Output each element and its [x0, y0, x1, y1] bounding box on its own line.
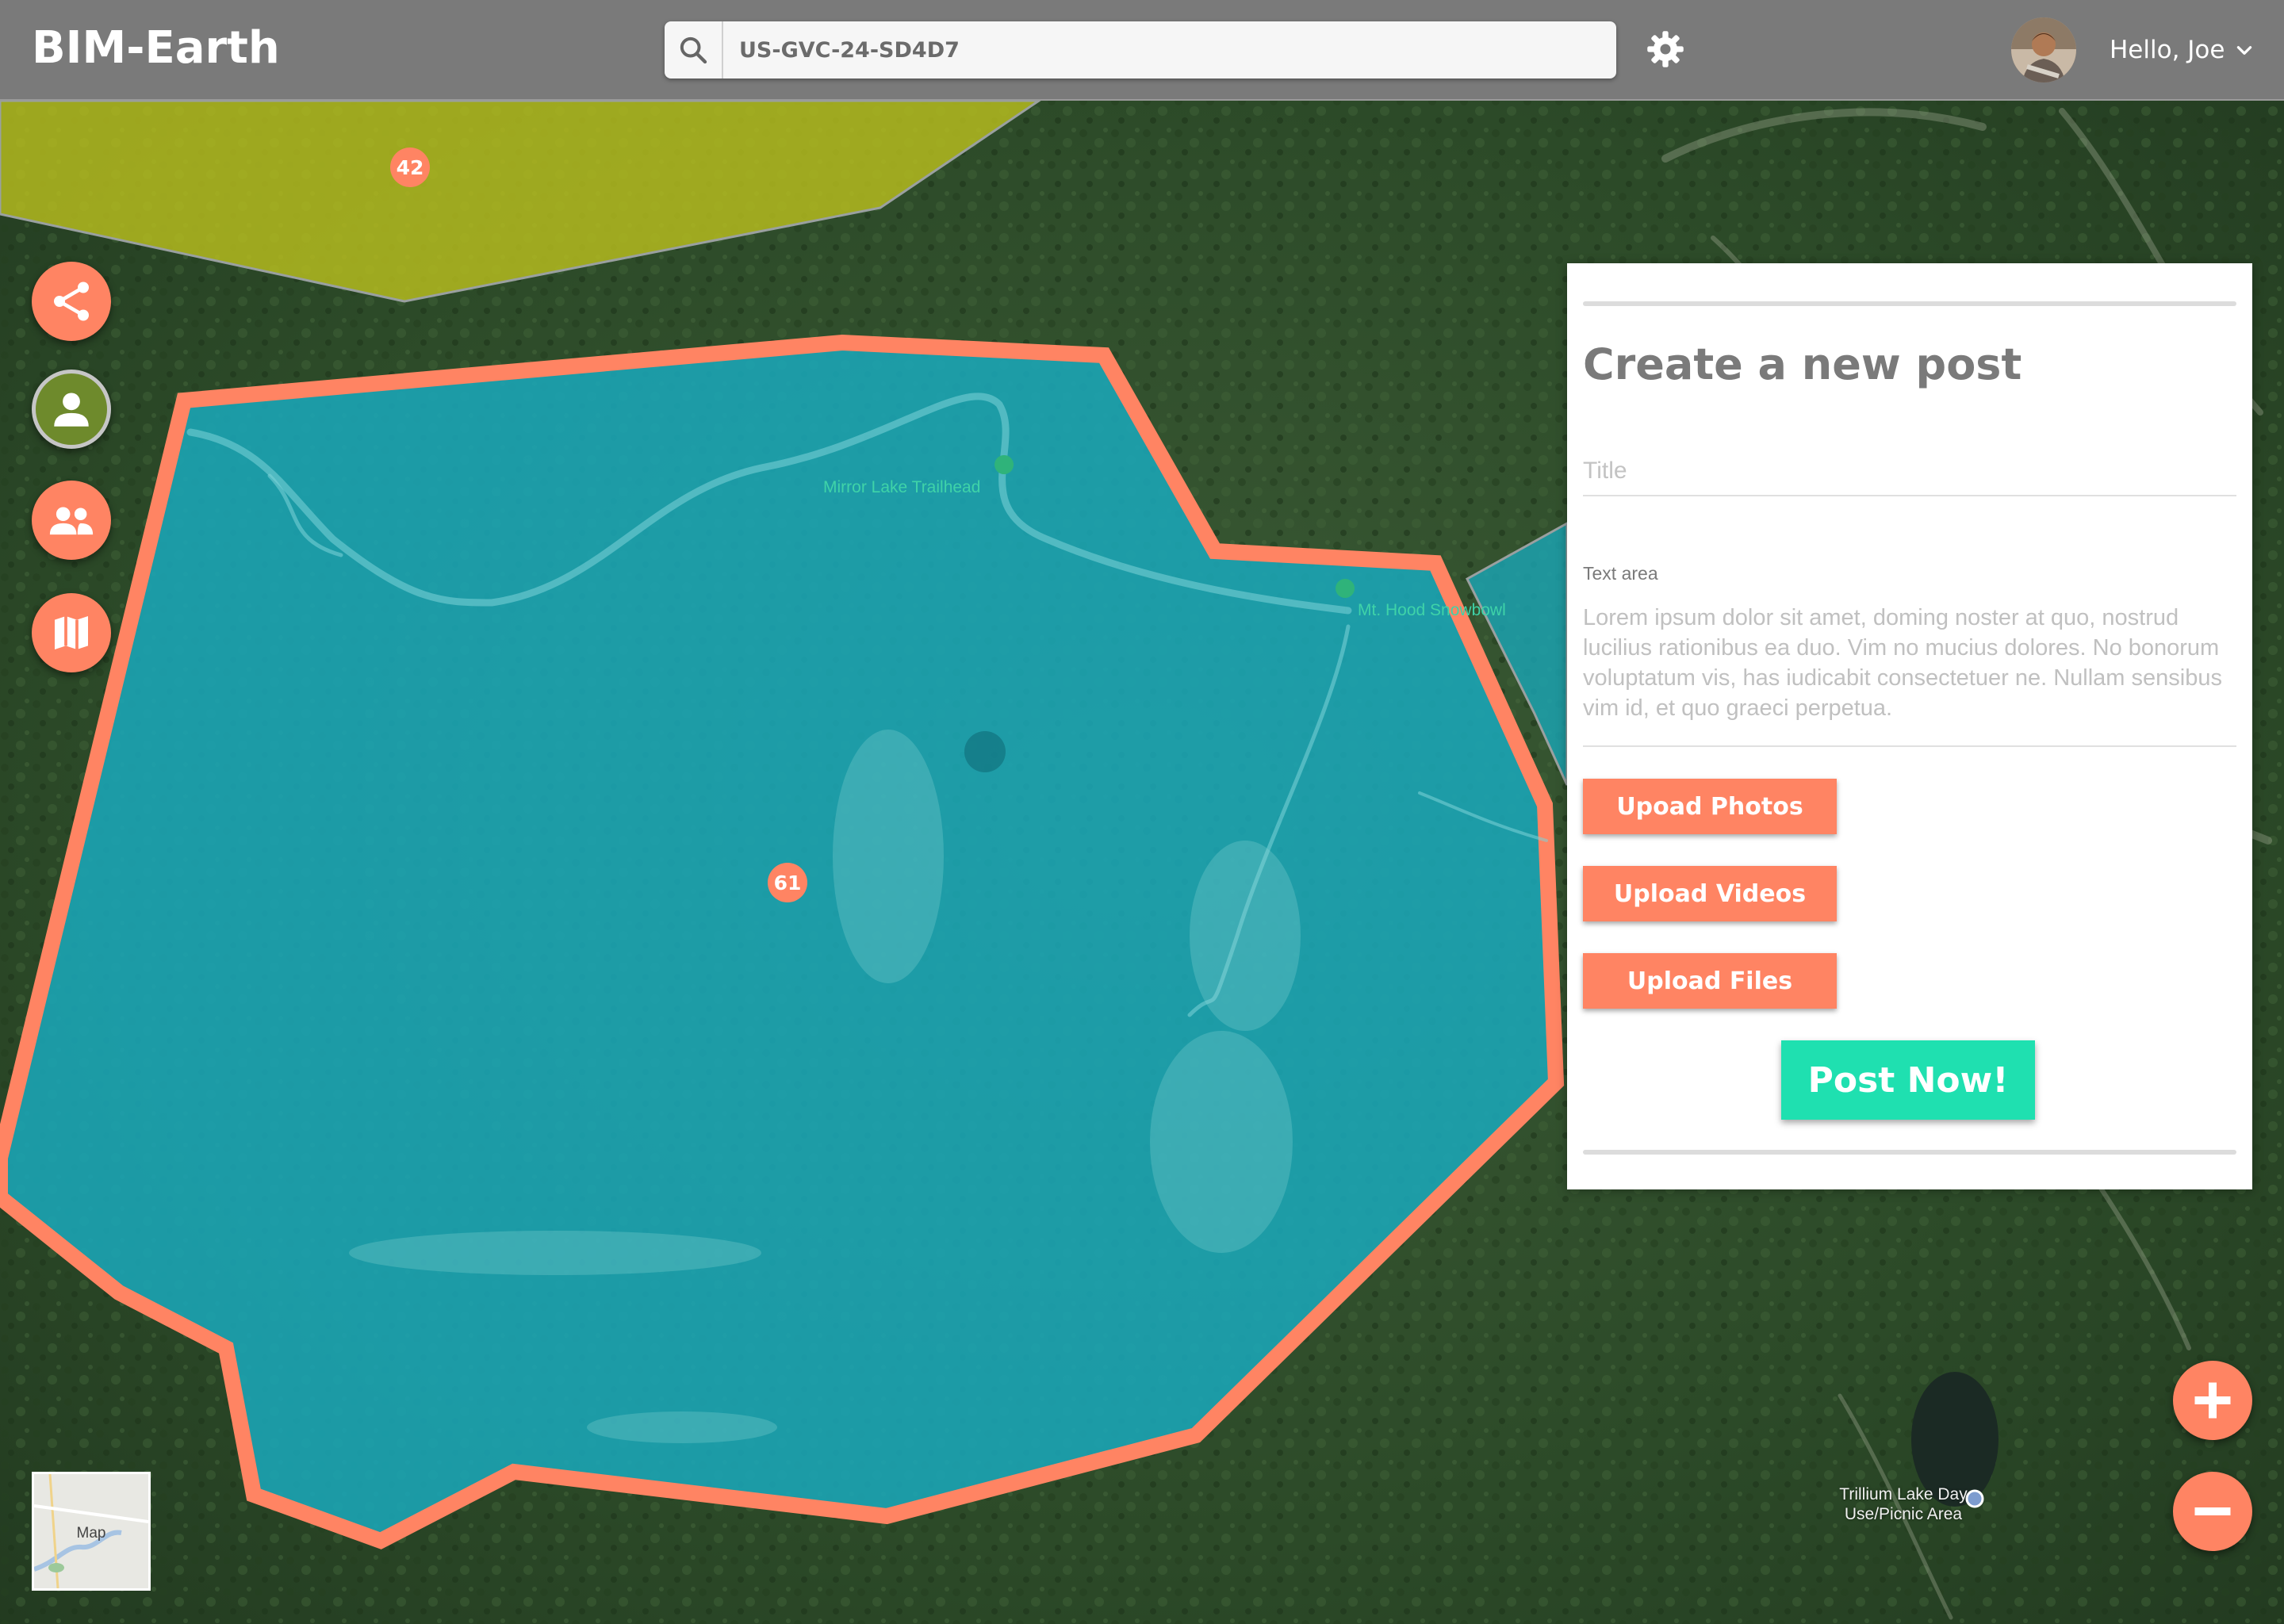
users-icon [49, 507, 94, 535]
map-icon [55, 616, 88, 649]
area-marker-42[interactable]: 42 [390, 147, 430, 187]
user-menu[interactable]: Hello, Joe [2110, 32, 2255, 68]
share-icon [54, 282, 89, 321]
user-icon [54, 393, 89, 427]
place-label-mirror-lake: Mirror Lake Trailhead [823, 478, 981, 496]
chevron-down-icon [2237, 46, 2252, 55]
groups-button[interactable] [32, 481, 111, 560]
search-button[interactable] [665, 21, 723, 79]
minimap-label: Map [76, 1525, 106, 1542]
search-icon [680, 36, 707, 64]
avatar-photo [2011, 17, 2076, 82]
app-brand[interactable]: BIM-Earth [32, 22, 280, 74]
zoom-in-button[interactable] [2173, 1361, 2252, 1440]
post-now-button[interactable]: Post Now! [1781, 1040, 2035, 1120]
map-layers-button[interactable] [32, 593, 111, 672]
place-label-snowbowl: Mt. Hood Snowbowl [1358, 601, 1506, 619]
profile-button[interactable] [32, 370, 111, 449]
post-title-field[interactable] [1583, 447, 2236, 496]
post-body-textarea[interactable]: Lorem ipsum dolor sit amet, doming noste… [1583, 603, 2236, 747]
top-bar: BIM-Earth US-GVC-24-SD4D7 Hello, Joe [0, 0, 2284, 101]
panel-divider-bottom [1583, 1150, 2236, 1155]
share-button[interactable] [32, 262, 111, 341]
upload-files-button[interactable]: Upload Files [1583, 953, 1837, 1009]
zoom-out-button[interactable] [2173, 1472, 2252, 1551]
upload-photos-button[interactable]: Upoad Photos [1583, 779, 1837, 834]
search-box [665, 21, 1616, 79]
plus-icon [2194, 1382, 2231, 1419]
trillium-label-line-2: Use/Picnic Area [1844, 1505, 1963, 1523]
textarea-label: Text area [1583, 563, 1658, 584]
panel-title: Create a new post [1583, 339, 2022, 389]
gear-icon[interactable] [1645, 29, 1686, 70]
upload-videos-button[interactable]: Upload Videos [1583, 866, 1837, 921]
trillium-label-line-1: Trillium Lake Day [1839, 1485, 1968, 1503]
place-label-trillium: Trillium Lake Day Use/Picnic Area [1824, 1484, 1983, 1524]
avatar[interactable] [2011, 17, 2076, 82]
mirror-lake [964, 731, 1006, 772]
create-post-panel: Create a new post Text area Lorem ipsum … [1567, 263, 2252, 1189]
minimap-toggle[interactable]: Map [32, 1472, 151, 1591]
minus-icon [2194, 1507, 2231, 1515]
panel-divider-top [1583, 301, 2236, 306]
search-input[interactable] [723, 21, 1616, 79]
user-greeting: Hello, Joe [2110, 36, 2225, 64]
area-marker-61[interactable]: 61 [768, 863, 807, 902]
